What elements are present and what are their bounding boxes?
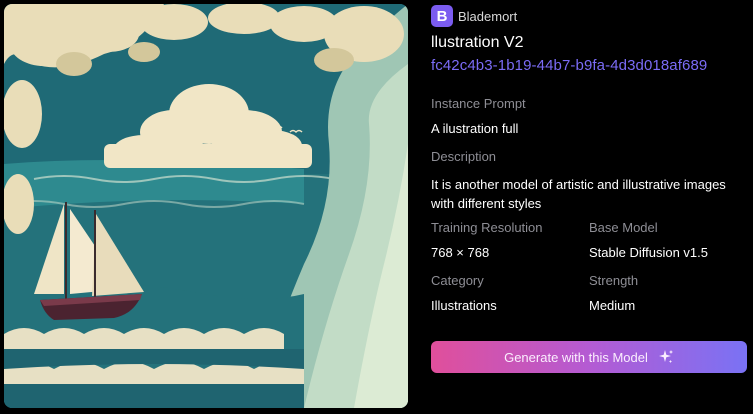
author-link[interactable]: B Blademort	[431, 5, 517, 27]
model-preview-image	[4, 4, 408, 408]
author-name[interactable]: Blademort	[458, 9, 517, 24]
model-title: llustration V2	[431, 34, 524, 51]
training-resolution-label: Training Resolution	[431, 220, 543, 235]
instance-prompt-value: A ilustration full	[431, 121, 519, 136]
author-avatar: B	[431, 5, 453, 27]
strength-label: Strength	[589, 273, 639, 288]
category-value: Illustrations	[431, 298, 497, 313]
description-label: Description	[431, 149, 497, 164]
model-detail-view: B Blademort llustration V2 fc42c4b3-1b19…	[0, 0, 753, 414]
instance-prompt-label: Instance Prompt	[431, 96, 526, 111]
generate-with-model-button[interactable]: Generate with this Model	[431, 341, 747, 373]
sparkle-icon	[658, 349, 674, 365]
category-label: Category	[431, 273, 484, 288]
model-id[interactable]: fc42c4b3-1b19-44b7-b9fa-4d3d018af689	[431, 57, 707, 74]
description-value: It is another model of artistic and illu…	[431, 177, 726, 211]
training-resolution-value: 768 × 768	[431, 245, 490, 260]
strength-value: Medium	[589, 298, 636, 313]
generate-button-label: Generate with this Model	[504, 349, 648, 365]
base-model-label: Base Model	[589, 220, 658, 235]
base-model-value: Stable Diffusion v1.5	[589, 245, 708, 260]
